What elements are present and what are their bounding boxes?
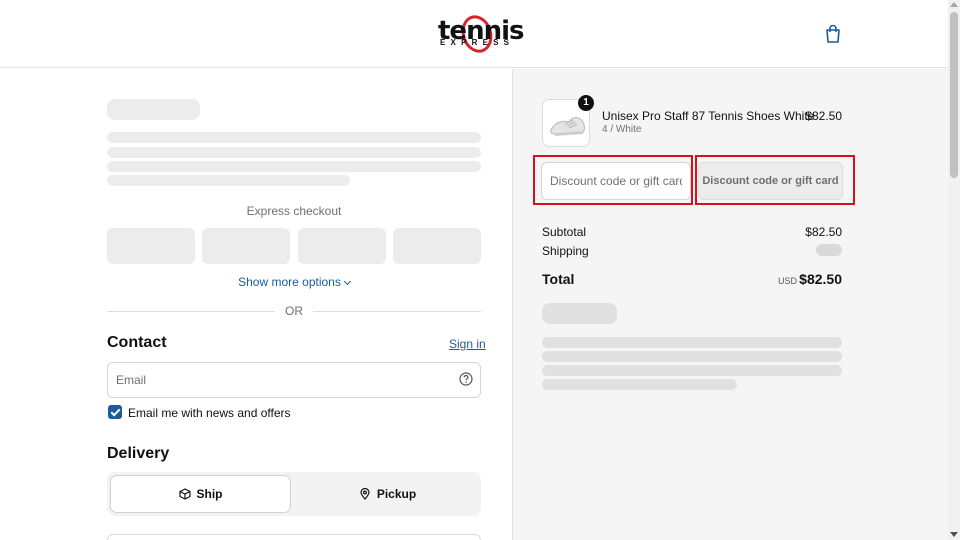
chevron-down-icon bbox=[343, 277, 351, 286]
skeleton-line bbox=[107, 161, 481, 172]
box-icon bbox=[178, 488, 191, 500]
sign-in-link[interactable]: Sign in bbox=[449, 337, 486, 351]
skeleton-line bbox=[107, 147, 481, 158]
newsletter-checkbox[interactable] bbox=[108, 405, 122, 419]
logo-sub-text: EXPRESS bbox=[440, 38, 515, 47]
total-currency: USD bbox=[778, 276, 798, 286]
email-input[interactable] bbox=[107, 362, 481, 398]
shipping-value-loading bbox=[816, 244, 842, 256]
contact-title: Contact bbox=[107, 334, 167, 351]
show-more-label: Show more options bbox=[238, 275, 341, 289]
skeleton-heading bbox=[107, 99, 200, 120]
delivery-option-ship[interactable]: Ship bbox=[110, 475, 291, 513]
skeleton-line bbox=[542, 365, 842, 376]
skeleton-line bbox=[542, 337, 842, 348]
skeleton-line bbox=[107, 175, 350, 186]
skeleton-line bbox=[542, 379, 737, 390]
divider-line-right bbox=[313, 311, 481, 312]
delivery-option-pickup[interactable]: Pickup bbox=[297, 475, 478, 513]
shipping-label: Shipping bbox=[542, 244, 589, 258]
location-pin-icon bbox=[360, 488, 370, 500]
address-form-card bbox=[107, 534, 481, 540]
express-pay-button-4[interactable] bbox=[393, 228, 481, 264]
total-label: Total bbox=[542, 271, 575, 287]
subtotal-value: $82.50 bbox=[805, 225, 842, 239]
shopping-bag-icon[interactable] bbox=[824, 24, 842, 44]
quantity-badge: 1 bbox=[578, 95, 594, 111]
delivery-method-toggle: Ship Pickup bbox=[107, 472, 481, 516]
skeleton-line bbox=[107, 132, 481, 143]
express-checkout-title: Express checkout bbox=[246, 204, 342, 218]
delivery-title: Delivery bbox=[107, 445, 170, 462]
delivery-option-pickup-label: Pickup bbox=[376, 487, 417, 501]
skeleton-line bbox=[542, 351, 842, 362]
tennis-express-logo[interactable]: tennis EXPRESS bbox=[436, 11, 524, 57]
show-more-options-link[interactable]: Show more options bbox=[107, 275, 481, 289]
express-pay-button-2[interactable] bbox=[202, 228, 290, 264]
header: tennis EXPRESS bbox=[0, 0, 948, 68]
scroll-down-arrow-icon[interactable] bbox=[950, 532, 958, 537]
or-divider: OR bbox=[107, 304, 481, 318]
product-variant: 4 / White bbox=[602, 124, 642, 135]
discount-code-input[interactable] bbox=[541, 162, 691, 200]
apply-discount-button[interactable]: Discount code or gift card bbox=[698, 162, 843, 200]
delivery-option-ship-label: Ship bbox=[196, 487, 223, 501]
help-circle-icon[interactable] bbox=[459, 372, 473, 386]
skeleton-heading bbox=[542, 303, 617, 324]
total-value: $82.50 bbox=[799, 271, 842, 287]
subtotal-label: Subtotal bbox=[542, 225, 587, 239]
scrollbar-thumb[interactable] bbox=[950, 12, 958, 178]
express-pay-button-3[interactable] bbox=[298, 228, 386, 264]
newsletter-label: Email me with news and offers bbox=[128, 406, 291, 420]
product-price: $82.50 bbox=[805, 109, 842, 123]
page-scrollbar[interactable] bbox=[948, 0, 960, 540]
scroll-up-arrow-icon[interactable] bbox=[950, 2, 958, 7]
express-pay-button-1[interactable] bbox=[107, 228, 195, 264]
